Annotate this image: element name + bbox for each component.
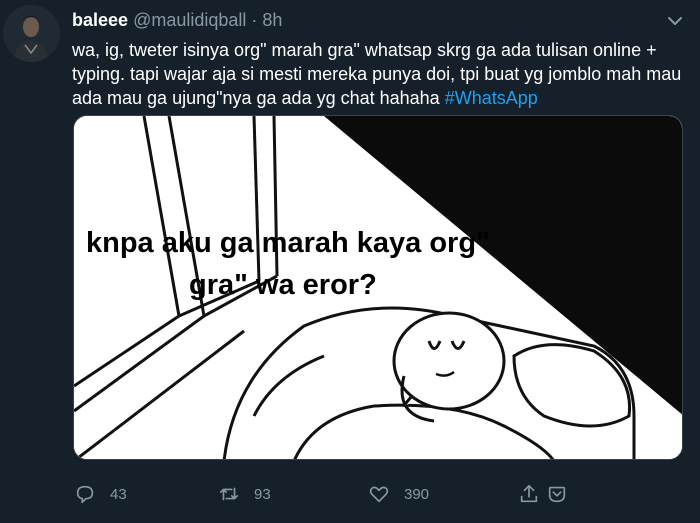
user-handle[interactable]: @maulidiqball [133, 10, 246, 30]
tweet-header: baleee @maulidiqball · 8h [72, 8, 282, 32]
meme-image: knpa aku ga marah kaya org" gra" wa eror… [74, 116, 682, 459]
hashtag-link[interactable]: #WhatsApp [445, 88, 538, 108]
meme-caption-line2: gra" wa eror? [189, 269, 377, 301]
tweet[interactable]: baleee @maulidiqball · 8h wa, ig, tweter… [0, 0, 700, 523]
heart-icon [369, 486, 389, 503]
retweet-icon [219, 487, 239, 501]
avatar[interactable] [3, 5, 60, 62]
chevron-down-icon[interactable] [664, 10, 686, 32]
tweet-actions: 43 93 390 [72, 480, 692, 508]
share-button[interactable] [518, 480, 568, 508]
retweet-button[interactable]: 93 [218, 480, 271, 508]
tweet-media[interactable]: knpa aku ga marah kaya org" gra" wa eror… [73, 115, 683, 460]
like-count: 390 [404, 485, 430, 503]
retweet-count: 93 [254, 485, 271, 503]
separator-dot: · [251, 10, 258, 30]
like-button[interactable]: 390 [368, 480, 429, 508]
meme-caption-line1: knpa aku ga marah kaya org" [86, 227, 490, 259]
tweet-text: wa, ig, tweter isinya org" marah gra" wh… [72, 38, 688, 110]
reply-button[interactable]: 43 [74, 480, 127, 508]
display-name[interactable]: baleee [72, 10, 128, 30]
share-icon [520, 484, 538, 503]
avatar-image [3, 5, 60, 62]
reply-count: 43 [110, 485, 127, 503]
reply-icon [76, 485, 94, 504]
tweet-body: wa, ig, tweter isinya org" marah gra" wh… [72, 40, 682, 108]
tweet-time[interactable]: 8h [262, 10, 282, 30]
dm-icon[interactable] [546, 483, 568, 505]
